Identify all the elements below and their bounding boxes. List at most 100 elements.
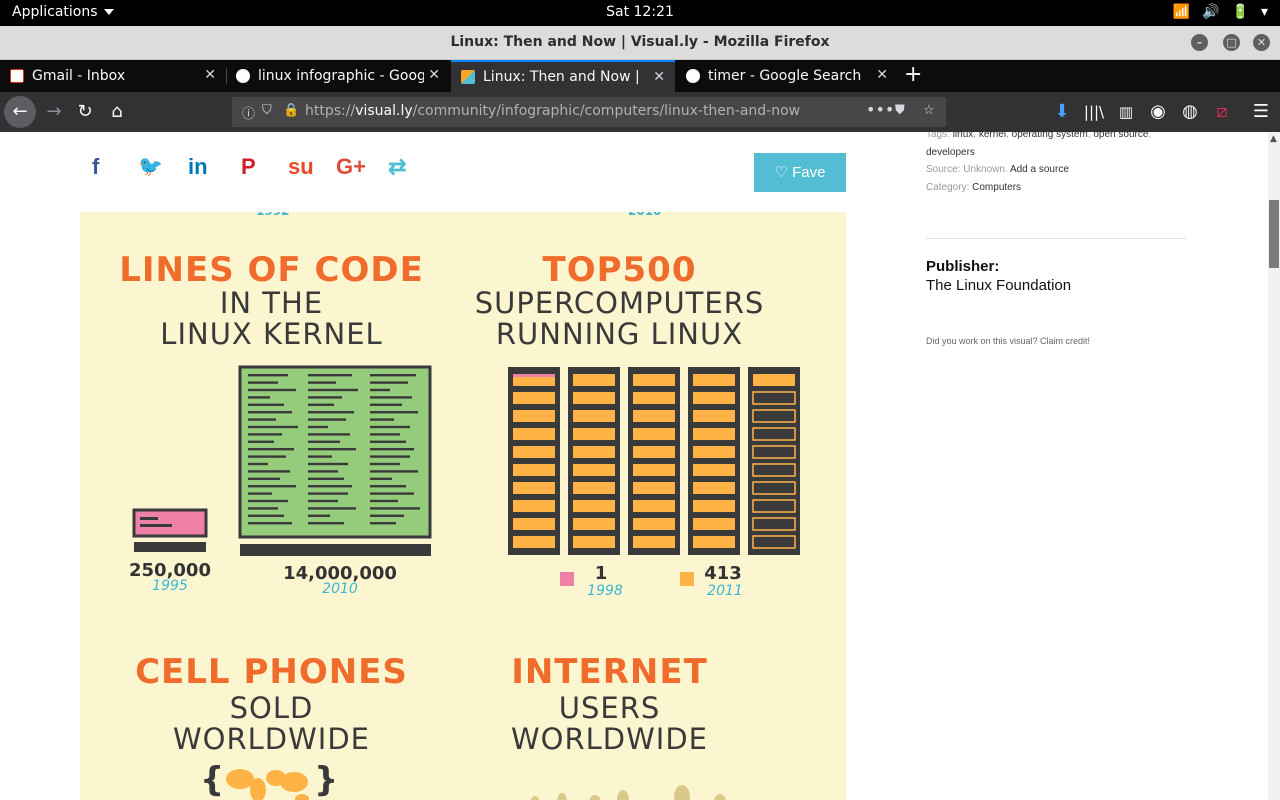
addon-icon[interactable]: ⧄ [1210,100,1234,124]
rack-slot [513,464,555,476]
downloads-icon[interactable]: ⬇ [1050,100,1074,124]
top500-2011-value: 413 [704,563,742,584]
rack-slot-1998-marker [513,374,555,377]
reload-button[interactable]: ↻ [73,100,97,124]
bookmark-star-icon[interactable]: ☆ [923,103,935,118]
code-line [370,522,396,525]
rack-slot [633,392,675,404]
chevron-down-icon [103,9,114,15]
code-line [248,455,286,458]
code-line [370,514,404,517]
code-line [308,433,350,436]
page-scrollbar[interactable]: ▲ [1268,132,1280,800]
rack-slot [752,499,796,513]
lock-icon[interactable]: 🔒 [283,103,299,118]
top500-2011-year: 2011 [707,583,743,599]
top500-subheading: RUNNING LINUX [495,317,744,351]
new-tab-button[interactable]: + [904,62,922,87]
close-tab-icon[interactable]: ✕ [428,67,440,83]
rack-slot [693,500,735,512]
tab-timer-search[interactable]: timer - Google Search ✕ [676,60,898,92]
pinterest-icon[interactable]: P [241,154,256,180]
legend-1998-swatch [560,572,574,586]
code-line [308,403,334,406]
window-title: Linux: Then and Now | Visual.ly - Mozill… [450,34,830,50]
library-icon[interactable]: |||\ [1082,100,1106,124]
scroll-up-arrow-icon[interactable]: ▲ [1270,134,1277,144]
rack-slot [513,518,555,530]
code-line [248,522,292,525]
close-tab-icon[interactable]: ✕ [653,69,665,85]
applications-menu[interactable]: Applications [12,4,114,20]
hamburger-menu-icon[interactable]: ☰ [1249,100,1273,124]
add-source-link[interactable]: Add a source [1010,164,1069,175]
twitter-icon[interactable]: 🐦 [138,154,163,179]
rack-slot [573,536,615,548]
tag-link[interactable]: kernel [979,132,1006,140]
system-tray[interactable]: 📶 🔊 🔋 ▾ [1173,4,1268,20]
loc-1995-year: 1995 [152,578,188,594]
extension-icon[interactable]: ◍ [1178,100,1202,124]
maximize-button[interactable]: □ [1223,34,1240,51]
rack-slot [633,428,675,440]
shield-icon[interactable]: ⛉ [262,103,272,118]
rack-slot [693,482,735,494]
tag-link[interactable]: developers [926,147,975,158]
account-icon[interactable]: ◉ [1146,100,1170,124]
rack-slot [573,482,615,494]
page-actions-icon[interactable]: ••• [866,100,894,119]
sidebar-icon[interactable]: ▥ [1114,100,1138,124]
legend-2011-swatch [680,572,694,586]
infographic-image: 1992 2010 LINES OF CODE IN THE LINUX KER… [80,212,846,800]
tab-gmail[interactable]: Gmail - Inbox ✕ [0,60,226,92]
battery-icon: 🔋 [1231,4,1249,20]
scrollbar-thumb[interactable] [1269,200,1279,268]
code-line [248,499,288,503]
close-window-button[interactable]: ✕ [1253,34,1270,51]
code-line [308,462,348,466]
clock[interactable]: Sat 12:21 [0,4,1280,20]
rack-slot [573,446,615,458]
code-line [308,425,328,429]
category-link[interactable]: Computers [972,182,1021,193]
pocket-icon[interactable]: ⛊ [895,103,905,118]
code-line [370,470,418,473]
code-line [370,448,414,451]
rack-slot [513,392,555,404]
publisher-name[interactable]: The Linux Foundation [926,277,1071,294]
claim-credit-link[interactable]: Did you work on this visual? Claim credi… [926,336,1090,346]
code-line [248,477,280,480]
tab-label: linux infographic - Google [258,68,424,84]
home-button[interactable]: ⌂ [105,100,129,124]
rack-slot [693,428,735,440]
rack-slot [633,446,675,458]
tag-link[interactable]: open source [1093,132,1148,140]
forward-button[interactable]: → [42,100,66,124]
rack-slot [513,428,555,440]
tag-link[interactable]: operating system [1012,132,1088,140]
tab-linux-then-and-now[interactable]: Linux: Then and Now | Visual.ly ✕ [451,60,675,92]
url-text[interactable]: https://visual.ly/community/infographic/… [305,103,800,119]
code-line [248,396,270,399]
rack-slot [633,482,675,494]
tag-link[interactable]: linux [953,132,974,140]
code-line [370,381,408,384]
stumbleupon-icon[interactable]: su [288,154,314,180]
info-icon[interactable]: ⓘ [242,103,255,122]
code-line [140,517,158,520]
facebook-icon[interactable]: f [92,154,99,180]
code-line [370,425,410,429]
google-plus-icon[interactable]: G+ [336,154,366,180]
code-line [248,514,284,517]
tab-linux-infographic[interactable]: linux infographic - Google ✕ [226,60,450,92]
tab-label: timer - Google Search [708,68,862,84]
repost-icon[interactable]: ⇄ [388,154,406,180]
linkedin-icon[interactable]: in [188,154,208,180]
url-bar[interactable]: ⓘ ⛉ 🔒 https://visual.ly/community/infogr… [232,97,946,127]
back-button[interactable]: ← [4,96,36,128]
fave-button[interactable]: ♡ Fave [754,153,846,192]
close-tab-icon[interactable]: ✕ [876,67,888,83]
close-tab-icon[interactable]: ✕ [204,67,216,83]
code-line [370,433,400,436]
minimize-button[interactable]: – [1191,34,1208,51]
